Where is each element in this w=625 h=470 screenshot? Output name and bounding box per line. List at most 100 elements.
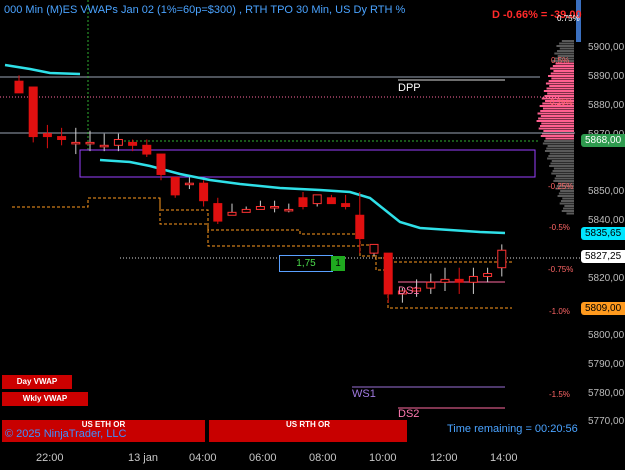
candle-body: [326, 197, 336, 205]
chart-title: 000 Min (M)ES VWAPs Jan 02 (1%=60p=$300)…: [4, 4, 406, 16]
profile-bar: [562, 197, 574, 200]
us-rth-or-bar[interactable]: US RTH OR: [209, 420, 407, 442]
candle-body: [99, 144, 109, 148]
candle-body: [57, 136, 67, 140]
profile-bar: [551, 172, 574, 175]
profile-bar: [545, 82, 574, 85]
candle-body: [483, 273, 493, 277]
pct-label: -0.5%: [549, 223, 570, 232]
time-tick: 14:00: [490, 452, 518, 464]
price-tick: 5790,00: [588, 359, 625, 370]
marker-green: 5868,00: [581, 134, 625, 147]
candle-body: [241, 208, 251, 213]
profile-bar: [553, 70, 574, 72]
us-rth-or-label: US RTH OR: [286, 420, 330, 429]
profile-bar: [555, 175, 574, 177]
ws1-label: WS1: [352, 388, 376, 400]
profile-bar: [561, 210, 574, 212]
profile-bar: [546, 87, 574, 90]
profile-bar: [559, 202, 574, 205]
profile-bar: [543, 90, 574, 92]
profile-bar: [547, 92, 574, 95]
price-tick: 5770,00: [588, 416, 625, 427]
profile-bar: [549, 85, 574, 87]
time-tick: 08:00: [309, 452, 337, 464]
candle-series: [14, 75, 507, 303]
candle-body: [199, 182, 209, 202]
profile-bar: [541, 122, 574, 125]
wkly-vwap-button[interactable]: Wkly VWAP: [2, 392, 88, 406]
price-tick: 5800,00: [588, 330, 625, 341]
candle-body: [468, 275, 478, 283]
candle-body: [341, 203, 351, 208]
dpp-label: DPP: [398, 82, 421, 94]
profile-bar: [545, 137, 574, 140]
pct-top: 0.75%: [557, 14, 580, 23]
candle-body: [28, 86, 38, 138]
candle-body: [454, 278, 464, 283]
time-tick: 13 jan: [128, 452, 158, 464]
profile-bar: [543, 130, 574, 132]
price-tick: 5900,00: [588, 42, 625, 53]
candle-body: [42, 133, 52, 138]
profile-bar: [540, 110, 574, 112]
pct-label: 0.5%: [551, 56, 570, 65]
profile-bar: [566, 212, 574, 215]
profile-bar: [561, 40, 574, 42]
profile-bar: [547, 157, 574, 160]
candle-body: [255, 206, 265, 210]
profile-bar: [548, 80, 574, 82]
price-chart[interactable]: [0, 0, 625, 470]
candle-body: [71, 141, 81, 145]
time-tick: 22:00: [36, 452, 64, 464]
price-tick: 5820,00: [588, 273, 625, 284]
profile-bar: [549, 152, 574, 155]
price-tick: 5780,00: [588, 388, 625, 399]
candle-body: [128, 141, 138, 146]
time-remaining: Time remaining = 00:20:56: [447, 423, 578, 435]
profile-bar: [552, 170, 574, 172]
day-vwap-line: [4, 63, 81, 76]
price-tick: 5850,00: [588, 186, 625, 197]
copyright-text: © 2025 NinjaTrader, LLC: [5, 428, 127, 440]
profile-bar: [556, 45, 574, 47]
position-price[interactable]: 1,75: [279, 255, 333, 272]
profile-bar: [551, 160, 574, 162]
day-vwap-button[interactable]: Day VWAP: [2, 375, 72, 389]
marker-orange: 5809,00: [581, 302, 625, 315]
candle-body: [298, 197, 308, 208]
profile-bar: [544, 95, 574, 97]
candle-body: [369, 243, 379, 254]
profile-bar: [552, 65, 574, 67]
candle-body: [312, 194, 322, 205]
position-quantity[interactable]: 1: [331, 256, 345, 271]
profile-bar: [548, 155, 574, 157]
candle-body: [184, 182, 194, 186]
profile-bar: [550, 67, 574, 70]
candle-body: [156, 153, 166, 175]
pct-label: -0.75%: [548, 265, 574, 274]
time-tick: 06:00: [249, 452, 277, 464]
profile-bar: [538, 117, 574, 120]
profile-bar: [557, 195, 574, 197]
profile-bar: [551, 77, 574, 80]
pct-label: -1.5%: [549, 390, 570, 399]
marker-vwap: 5835,65: [581, 227, 625, 240]
candle-body: [497, 249, 507, 269]
profile-bar: [550, 72, 574, 75]
profile-bar: [542, 142, 574, 145]
profile-bar: [554, 52, 574, 55]
profile-bar: [536, 120, 574, 122]
profile-bar: [547, 145, 574, 147]
candle-body: [270, 206, 280, 209]
profile-bar: [540, 135, 574, 137]
profile-bar: [557, 50, 574, 52]
pct-label: 0.25%: [550, 98, 573, 107]
profile-bar: [549, 165, 574, 167]
candle-body: [227, 211, 237, 216]
profile-bar: [550, 162, 574, 165]
price-tick: 5880,00: [588, 100, 625, 111]
profile-bar: [537, 112, 574, 115]
candle-body: [284, 208, 294, 212]
time-tick: 10:00: [369, 452, 397, 464]
